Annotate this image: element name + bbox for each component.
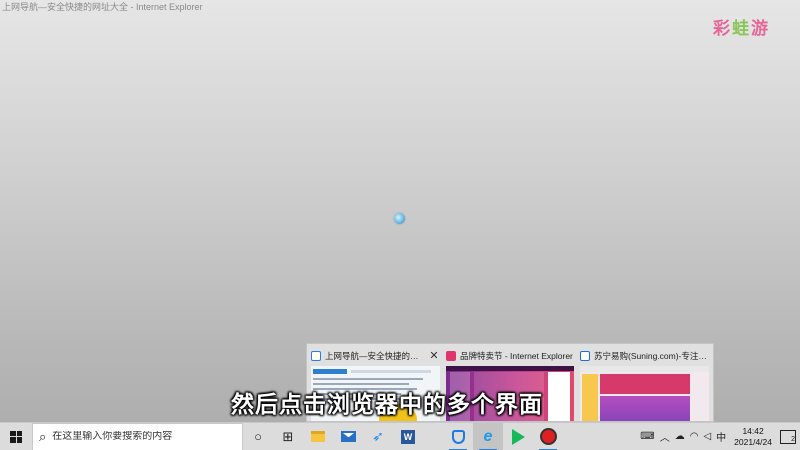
thumbnail-title: 品牌特卖节 - Internet Explorer <box>460 350 573 361</box>
show-hidden-icons-chevron-icon[interactable]: ︿ <box>660 429 670 444</box>
taskbar-clock[interactable]: 14:42 2021/4/24 <box>731 426 775 448</box>
security-app-button[interactable] <box>443 423 473 450</box>
thumbnail-close-icon[interactable]: ✕ <box>428 349 440 362</box>
thumbnail-header: 上网导航—安全快捷的网... ✕ <box>309 347 442 364</box>
word-icon: W <box>401 429 415 444</box>
internet-explorer-button[interactable]: e <box>473 422 503 450</box>
thumbnail-title: 上网导航—安全快捷的网... <box>325 350 424 361</box>
windows-logo-icon <box>10 430 22 443</box>
clock-time: 14:42 <box>742 425 764 436</box>
feather-icon: ➶ <box>372 428 384 444</box>
taskbar-search-box[interactable]: ⌕ <box>32 422 243 450</box>
play-icon <box>511 428 525 445</box>
thumbnail-title: 苏宁易购(Suning.com)-专注好... <box>594 350 709 361</box>
brand-sale-favicon-icon <box>446 350 456 361</box>
wifi-icon[interactable]: ◠ <box>690 431 699 442</box>
thumbnail-header: 品牌特卖节 - Internet Explorer <box>444 347 576 364</box>
logo-part-right: 游 <box>751 19 770 38</box>
thumbnail-header: 苏宁易购(Suning.com)-专注好... <box>578 347 711 364</box>
volume-icon[interactable]: ◁ <box>703 431 711 442</box>
record-icon <box>541 430 555 443</box>
ie-icon: e <box>483 427 493 445</box>
video-subtitle: 然后点击浏览器中的多个界面 <box>231 391 543 417</box>
screen-recorder-button[interactable] <box>533 423 563 450</box>
search-icon: ⌕ <box>39 428 47 444</box>
media-player-button[interactable] <box>503 423 533 450</box>
window-title: 上网导航—安全快捷的网址大全 - Internet Explorer <box>2 2 203 12</box>
word-button[interactable]: W <box>393 423 423 450</box>
suning-favicon-icon <box>580 350 590 361</box>
cortana-button[interactable]: ○ <box>243 423 273 450</box>
logo-part-left: 彩 <box>713 19 732 38</box>
clock-date: 2021/4/24 <box>734 436 772 447</box>
task-view-button[interactable]: ⊞ <box>273 423 303 450</box>
feather-app-button[interactable]: ➶ <box>363 423 393 450</box>
logo-part-mid: 蛙 <box>732 19 751 38</box>
nav-favicon-icon <box>311 350 321 361</box>
notification-count-badge: 2 <box>791 435 795 443</box>
ime-indicator[interactable]: 中 <box>716 429 726 444</box>
task-view-icon: ⊞ <box>282 428 294 444</box>
cortana-icon: ○ <box>254 429 262 444</box>
keyboard-icon[interactable]: ⌨ <box>640 431 654 442</box>
notification-center-button[interactable]: 2 <box>780 429 796 444</box>
thumbnail-window-3[interactable]: 苏宁易购(Suning.com)-专注好... <box>578 347 711 421</box>
system-tray: ⌨ ︿ ☁ ◠ ◁ 中 14:42 2021/4/24 2 <box>640 423 800 450</box>
search-input[interactable] <box>52 431 223 442</box>
mail-button[interactable] <box>333 423 363 450</box>
file-explorer-button[interactable] <box>303 423 333 450</box>
loading-spinner-icon <box>394 213 405 224</box>
folder-icon <box>311 431 325 442</box>
mail-icon <box>340 431 356 442</box>
thumbnail-preview[interactable] <box>580 366 709 421</box>
start-button[interactable] <box>0 423 32 450</box>
shield-icon <box>451 429 465 444</box>
watermark-logo: 彩蛙游 <box>713 14 770 38</box>
taskbar: ⌕ ○ ⊞ ➶ W e ⌨ ︿ ☁ ◠ ◁ 中 14:42 2021/4/24 … <box>0 422 800 450</box>
onedrive-cloud-icon[interactable]: ☁ <box>675 431 685 442</box>
